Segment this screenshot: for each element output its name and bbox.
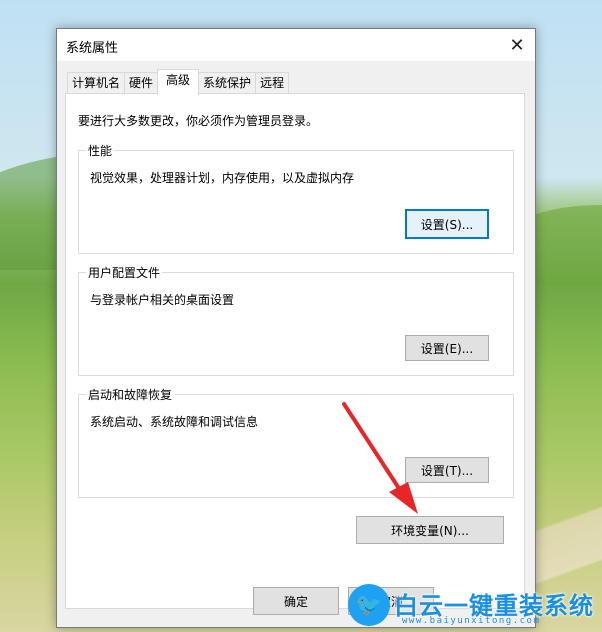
ok-button[interactable]: 确定 — [253, 587, 339, 615]
watermark: 🐦 白云一键重装系统 www.baiyunxitong.com — [348, 584, 602, 632]
tab-strip: 计算机名 硬件 高级 系统保护 远程 — [67, 69, 290, 95]
tab-hardware[interactable]: 硬件 — [124, 72, 159, 94]
user-profiles-settings-button[interactable]: 设置(E)... — [405, 335, 489, 361]
close-button[interactable]: ✕ — [499, 29, 535, 61]
user-profiles-group: 用户配置文件 与登录帐户相关的桌面设置 设置(E)... — [78, 264, 514, 376]
startup-recovery-group: 启动和故障恢复 系统启动、系统故障和调试信息 设置(T)... — [78, 386, 514, 498]
watermark-url: www.baiyunxitong.com — [402, 616, 541, 626]
admin-note: 要进行大多数更改，你必须作为管理员登录。 — [78, 114, 319, 128]
environment-variables-button[interactable]: 环境变量(N)... — [356, 516, 504, 544]
user-profiles-group-title: 用户配置文件 — [86, 264, 163, 281]
startup-recovery-settings-button[interactable]: 设置(T)... — [405, 457, 489, 483]
twitter-bird-icon: 🐦 — [348, 584, 390, 626]
tab-remote[interactable]: 远程 — [255, 72, 290, 94]
tab-system-protection[interactable]: 系统保护 — [198, 72, 257, 94]
user-profiles-description: 与登录帐户相关的桌面设置 — [90, 293, 235, 307]
startup-recovery-group-title: 启动和故障恢复 — [86, 386, 175, 403]
tab-advanced[interactable]: 高级 — [157, 69, 200, 95]
dialog-client-area: 计算机名 硬件 高级 系统保护 远程 要进行大多数更改，你必须作为管理员登录。 … — [57, 61, 535, 627]
startup-recovery-description: 系统启动、系统故障和调试信息 — [90, 415, 259, 429]
performance-settings-button[interactable]: 设置(S)... — [405, 209, 489, 239]
window-title: 系统属性 — [66, 41, 119, 56]
performance-description: 视觉效果，处理器计划，内存使用，以及虚拟内存 — [90, 171, 355, 185]
performance-group: 性能 视觉效果，处理器计划，内存使用，以及虚拟内存 设置(S)... — [78, 142, 514, 254]
performance-group-title: 性能 — [86, 142, 115, 159]
title-bar: 系统属性 ✕ — [57, 29, 535, 61]
close-icon: ✕ — [509, 34, 525, 56]
system-properties-dialog: 系统属性 ✕ 计算机名 硬件 高级 系统保护 远程 要进行大多数更改，你必须作为… — [56, 28, 536, 628]
advanced-tab-panel: 要进行大多数更改，你必须作为管理员登录。 性能 视觉效果，处理器计划，内存使用，… — [65, 93, 525, 609]
tab-computer-name[interactable]: 计算机名 — [67, 72, 126, 94]
